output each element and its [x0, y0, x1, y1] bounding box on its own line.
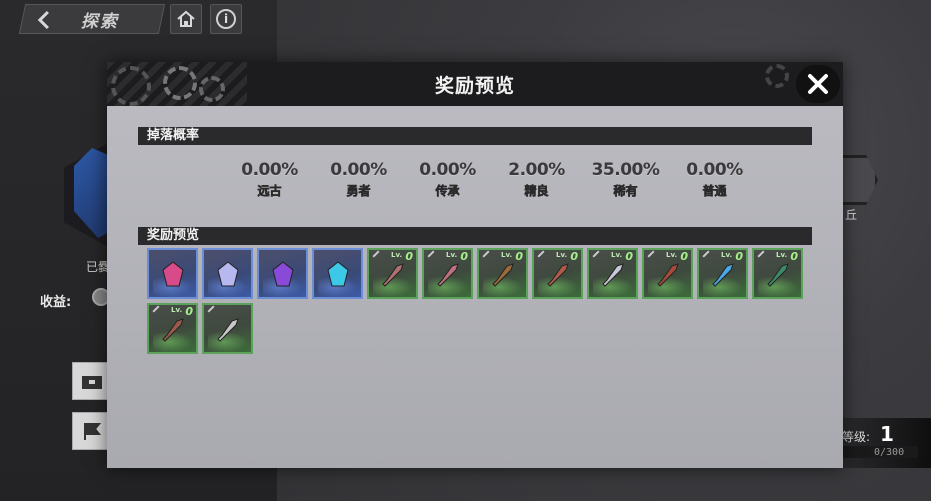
equipment-type-icon: [427, 250, 435, 258]
gear-decoration-icon: [163, 66, 197, 100]
reward-item[interactable]: Lv. 0: [752, 248, 803, 299]
chevron-left-icon: [37, 9, 50, 29]
equipment-type-icon: [757, 250, 765, 258]
chest-button[interactable]: [72, 362, 112, 400]
sniper-icon: [602, 263, 624, 287]
item-level-label: Lv.: [446, 251, 458, 259]
drop-rate-entry: 2.00% 精良: [492, 160, 581, 199]
armor-icon: [547, 263, 569, 287]
equipment-type-icon: [702, 250, 710, 258]
drop-rate-entry: 0.00% 勇者: [314, 160, 403, 199]
equipment-type-icon: [592, 250, 600, 258]
chest-icon: [82, 376, 102, 389]
equipment-type-icon: [152, 305, 160, 313]
page-title: 探索: [81, 11, 119, 32]
rarity-label: 稀有: [613, 184, 638, 199]
rarity-label: 普通: [702, 184, 727, 199]
drop-rate-entry: 0.00% 远古: [225, 160, 314, 199]
reward-item[interactable]: Lv. 0: [477, 248, 528, 299]
close-button[interactable]: [796, 65, 840, 103]
info-icon: i: [216, 9, 236, 29]
shotgun-icon: [492, 263, 514, 287]
reward-item[interactable]: Lv. 0: [532, 248, 583, 299]
drop-rate-value: 35.00%: [591, 160, 660, 180]
drop-rate-entry: 0.00% 传承: [403, 160, 492, 199]
equipment-type-icon: [537, 250, 545, 258]
cyan-crystal-icon: [327, 261, 349, 287]
exp-text: 0/300: [874, 447, 905, 458]
level-value: 1: [880, 422, 894, 446]
reward-item[interactable]: [202, 303, 253, 354]
gear-decoration-icon: [199, 76, 225, 102]
flag-button[interactable]: [72, 412, 112, 450]
reward-item[interactable]: Lv. 0: [367, 248, 418, 299]
reward-preview-dialog: 奖励预览 掉落概率 0.00% 远古 0.00% 勇者 0.00% 传承 2.00% 精良 35…: [107, 62, 843, 468]
dialog-header: 奖励预览: [107, 62, 843, 106]
drop-rate-entry: 0.00% 普通: [670, 160, 759, 199]
top-bar: 探索 i: [18, 4, 242, 36]
rarity-label: 精良: [524, 184, 549, 199]
info-button[interactable]: i: [210, 4, 242, 34]
equipment-type-icon: [207, 305, 215, 313]
drop-rate-value: 0.00%: [330, 160, 387, 180]
red-crystal-icon: [162, 261, 184, 287]
home-button[interactable]: [170, 4, 202, 34]
item-level-label: Lv.: [556, 251, 568, 259]
gloves-icon: [657, 263, 679, 287]
reward-item[interactable]: [312, 248, 363, 299]
item-level-label: Lv.: [501, 251, 513, 259]
reward-item[interactable]: [202, 248, 253, 299]
reward-item[interactable]: Lv. 0: [697, 248, 748, 299]
reward-item[interactable]: [257, 248, 308, 299]
drop-rate-entry: 35.00% 稀有: [581, 160, 670, 199]
reward-item[interactable]: Lv. 0: [422, 248, 473, 299]
item-level-label: Lv.: [776, 251, 788, 259]
map-node-label: 丘: [845, 208, 858, 222]
reward-item[interactable]: Lv. 0: [587, 248, 638, 299]
reward-item[interactable]: [147, 248, 198, 299]
reward-item[interactable]: Lv. 0: [642, 248, 693, 299]
drop-rate-section-header: 掉落概率: [138, 127, 812, 145]
rifle-icon: [382, 263, 404, 287]
white-crystal-icon: [217, 261, 239, 287]
reward-section-header: 奖励预览: [138, 227, 812, 245]
rarity-label: 远古: [257, 184, 282, 199]
drop-rate-list: 0.00% 远古 0.00% 勇者 0.00% 传承 2.00% 精良 35.00% 稀有 0.00…: [225, 160, 759, 199]
level-label: 等级:: [842, 430, 871, 444]
reward-item[interactable]: Lv. 0: [147, 303, 198, 354]
drop-rate-value: 0.00%: [419, 160, 476, 180]
drop-rate-value: 0.00%: [241, 160, 298, 180]
bracer-icon: [162, 318, 184, 342]
drop-rate-value: 0.00%: [686, 160, 743, 180]
equipment-type-icon: [482, 250, 490, 258]
item-level-label: Lv.: [391, 251, 403, 259]
income-label: 收益:: [40, 295, 72, 310]
reward-item-grid: Lv. 0 Lv. 0 Lv. 0 Lv. 0 Lv. 0 Lv. 0 Lv. 0 Lv. 0 Lv. 0: [147, 248, 813, 354]
drop-rate-value: 2.00%: [508, 160, 565, 180]
amulet-icon: [767, 263, 789, 287]
dialog-title: 奖励预览: [434, 74, 515, 97]
item-level-label: Lv.: [666, 251, 678, 259]
rarity-label: 勇者: [346, 184, 371, 199]
item-level-label: Lv.: [721, 251, 733, 259]
close-icon: [808, 74, 828, 94]
home-icon: [177, 10, 195, 27]
wire-icon: [217, 318, 239, 342]
blade-icon: [712, 263, 734, 287]
flag-icon: [84, 423, 102, 440]
back-button[interactable]: 探索: [18, 4, 166, 34]
item-level-label: Lv.: [611, 251, 623, 259]
gear-decoration-icon: [111, 66, 151, 106]
gear-decoration-icon: [765, 64, 789, 88]
equipment-type-icon: [647, 250, 655, 258]
purple-crystal-icon: [272, 261, 294, 287]
equipment-type-icon: [372, 250, 380, 258]
item-level-label: Lv.: [171, 306, 183, 314]
pistol-icon: [437, 263, 459, 287]
rarity-label: 传承: [435, 184, 460, 199]
